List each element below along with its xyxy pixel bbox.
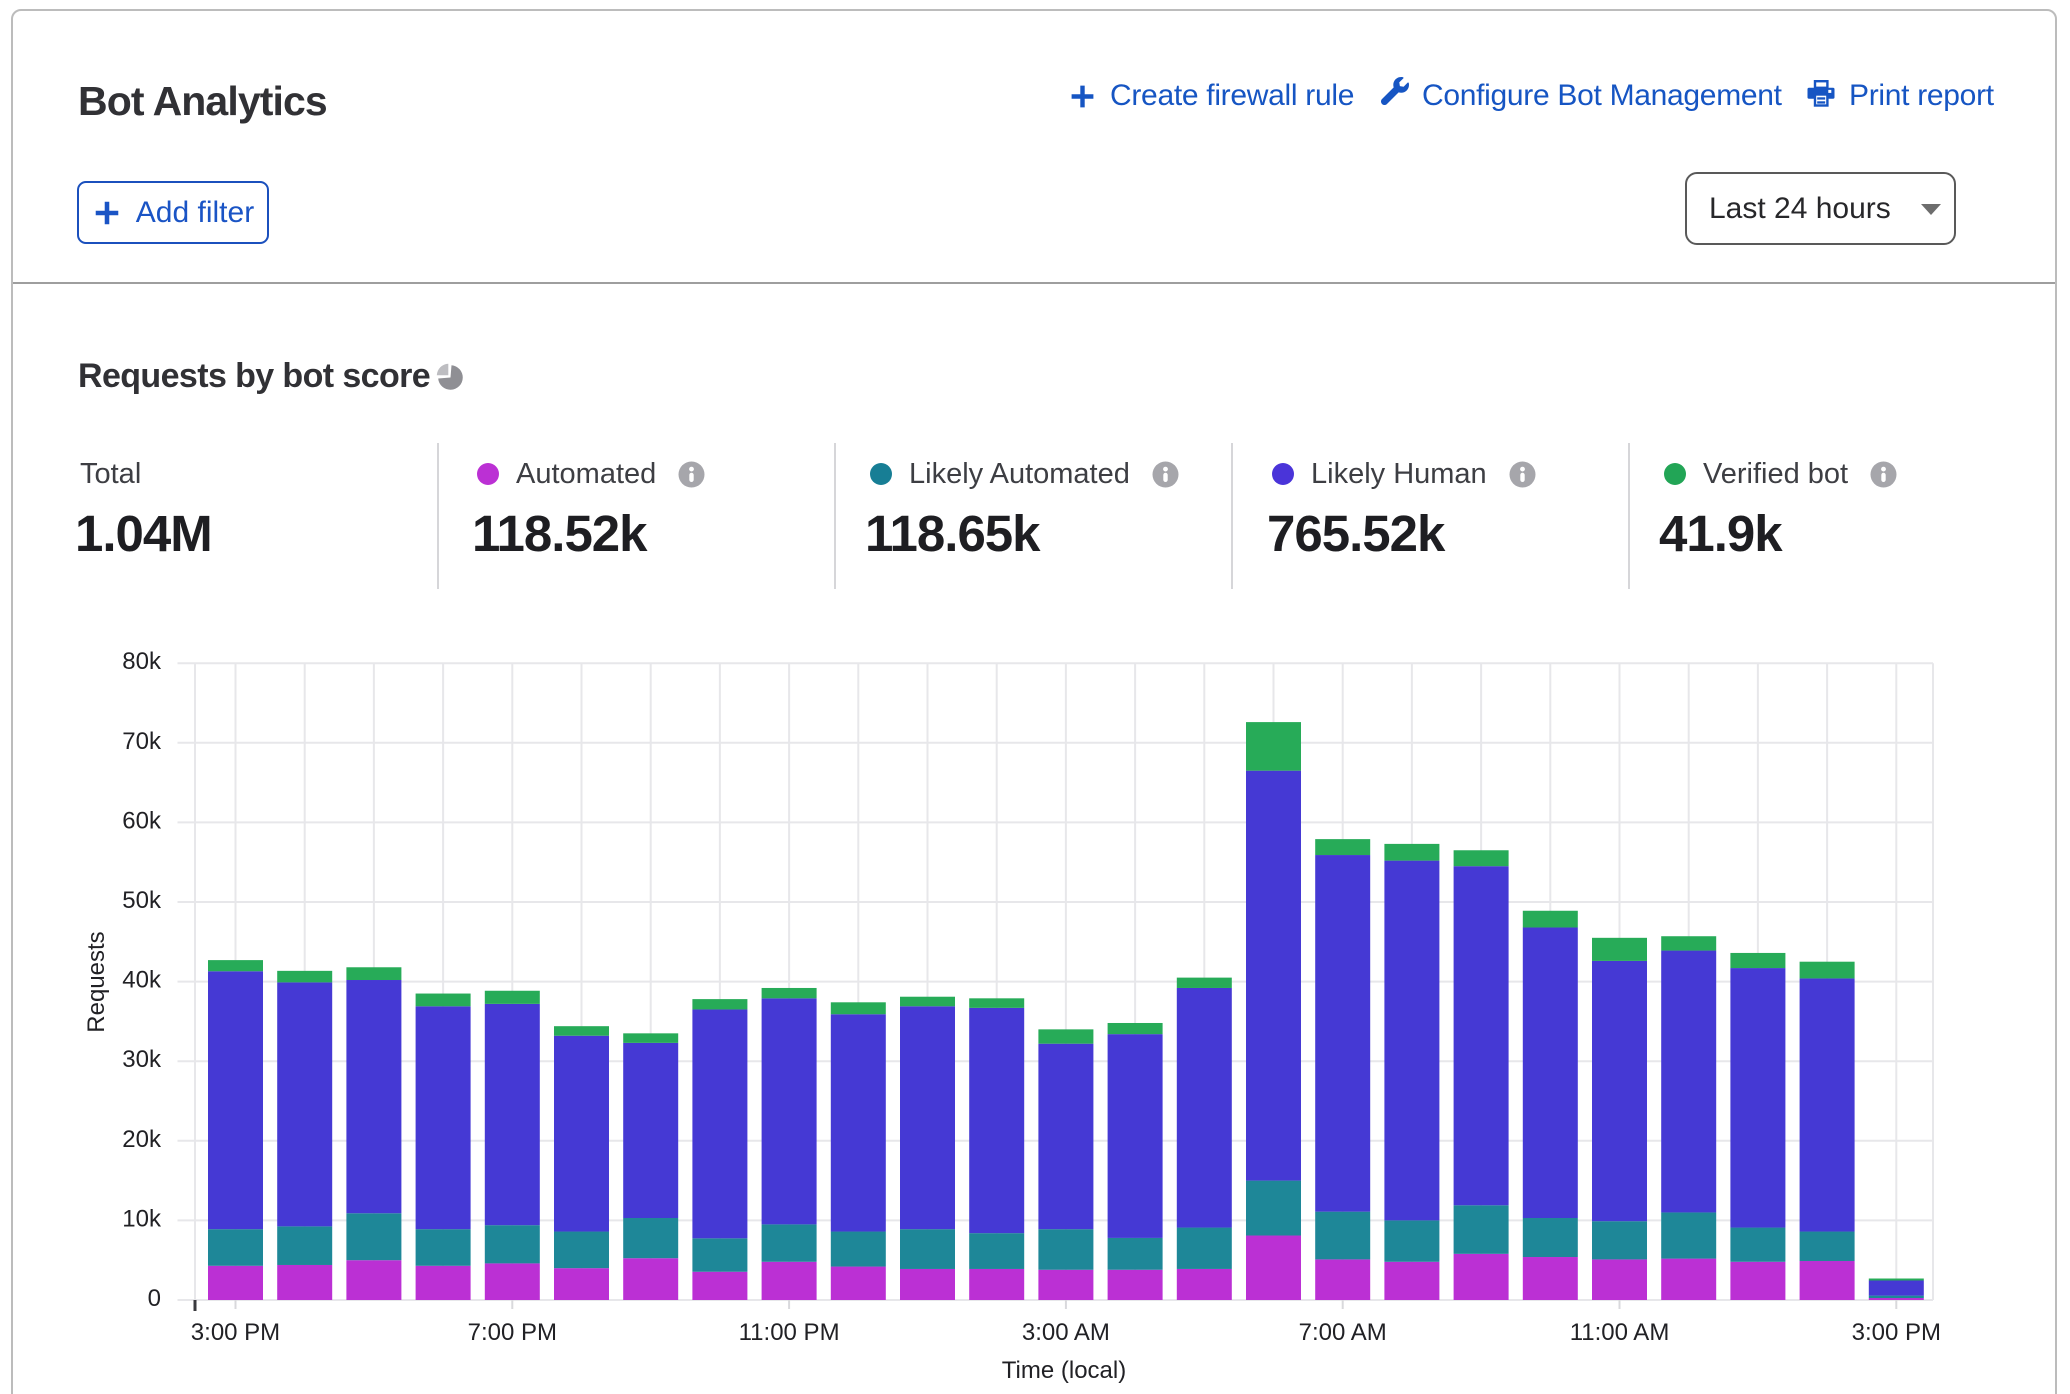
svg-text:3:00 PM: 3:00 PM [1852,1319,1941,1346]
svg-text:70k: 70k [122,728,162,755]
svg-text:10k: 10k [122,1205,162,1232]
svg-text:11:00 PM: 11:00 PM [739,1319,840,1346]
svg-text:40k: 40k [122,967,162,994]
svg-text:11:00 AM: 11:00 AM [1570,1319,1670,1346]
svg-text:20k: 20k [122,1126,162,1153]
svg-text:Requests: Requests [83,931,110,1032]
svg-text:7:00 PM: 7:00 PM [468,1319,557,1346]
svg-text:30k: 30k [122,1046,162,1073]
svg-text:50k: 50k [122,887,162,914]
svg-text:7:00 AM: 7:00 AM [1299,1319,1387,1346]
svg-text:3:00 PM: 3:00 PM [191,1319,280,1346]
svg-text:3:00 AM: 3:00 AM [1022,1319,1110,1346]
svg-text:Time (local): Time (local) [1002,1357,1126,1384]
svg-text:0: 0 [148,1285,161,1312]
svg-text:80k: 80k [122,648,162,675]
svg-text:60k: 60k [122,807,162,834]
